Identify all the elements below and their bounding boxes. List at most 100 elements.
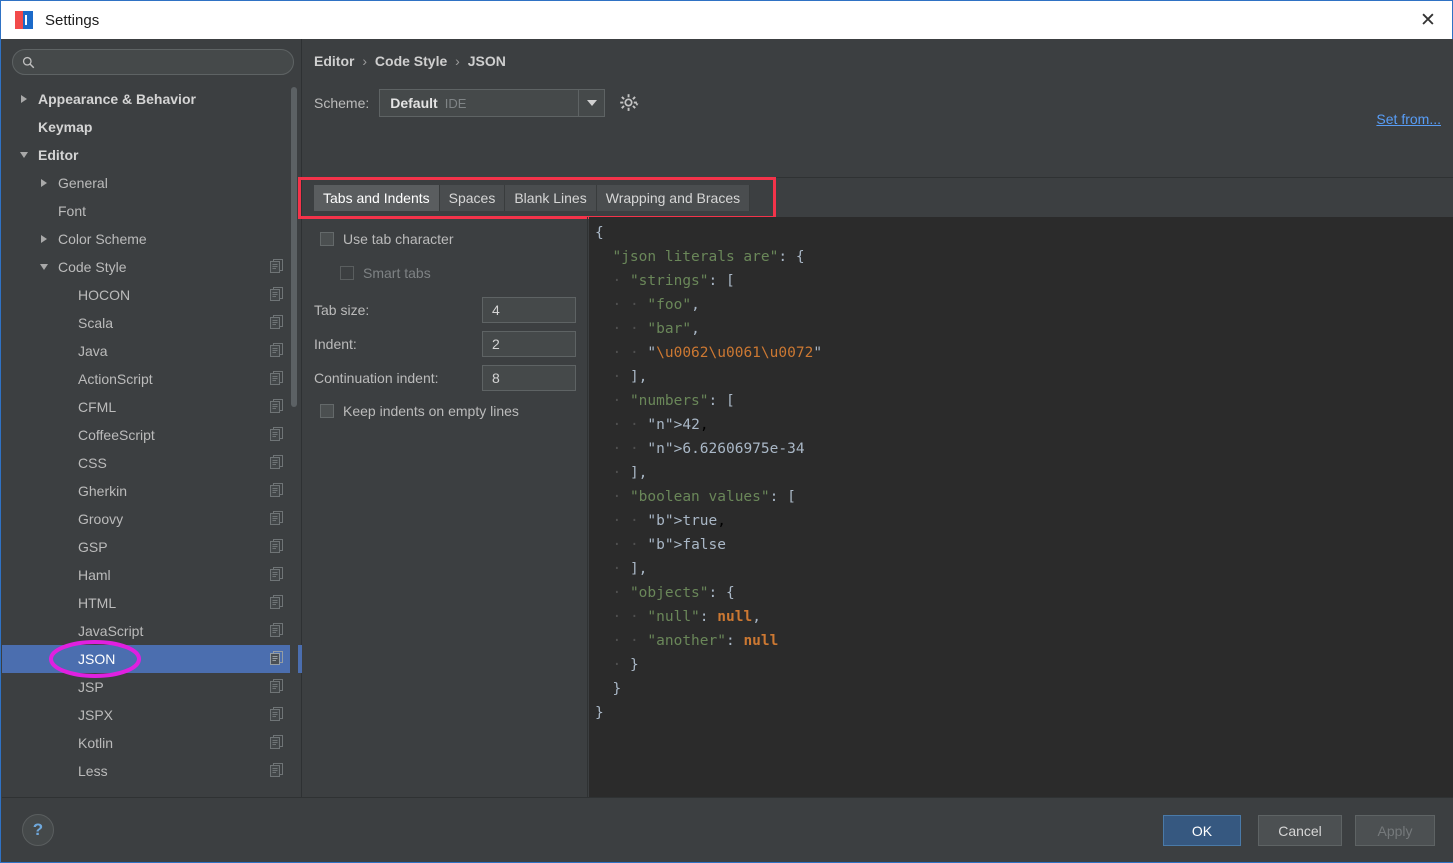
sidebar-item-label: Kotlin — [78, 735, 114, 751]
chevron-right-icon[interactable] — [16, 91, 32, 107]
sidebar-item-json[interactable]: JSON — [2, 645, 302, 673]
sidebar-scrollbar[interactable] — [290, 87, 298, 827]
set-from-link[interactable]: Set from... — [1376, 111, 1441, 127]
copy-scheme-icon[interactable] — [270, 567, 284, 581]
keep-indents-checkbox[interactable]: Keep indents on empty lines — [320, 403, 519, 419]
sidebar-item-label: JSP — [78, 679, 104, 695]
sidebar-item-kotlin[interactable]: Kotlin — [2, 729, 302, 757]
scheme-settings-button[interactable] — [619, 93, 639, 113]
scheme-scope: IDE — [444, 95, 467, 111]
breadcrumb-mid[interactable]: Code Style — [375, 53, 447, 69]
search-box[interactable] — [12, 49, 294, 75]
copy-scheme-icon[interactable] — [270, 511, 284, 525]
copy-scheme-icon[interactable] — [270, 707, 284, 721]
sidebar-item-editor[interactable]: Editor — [2, 141, 302, 169]
sidebar-item-appearance-behavior[interactable]: Appearance & Behavior — [2, 85, 302, 113]
sidebar-item-color-scheme[interactable]: Color Scheme — [2, 225, 302, 253]
sidebar-item-groovy[interactable]: Groovy — [2, 505, 302, 533]
search-input[interactable] — [41, 54, 283, 70]
copy-scheme-icon[interactable] — [270, 483, 284, 497]
breadcrumb-root[interactable]: Editor — [314, 53, 354, 69]
sidebar-item-label: ActionScript — [78, 371, 153, 387]
tab-blank-lines[interactable]: Blank Lines — [505, 185, 597, 211]
continuation-indent-input[interactable]: 8 — [482, 365, 576, 391]
sidebar-item-java[interactable]: Java — [2, 337, 302, 365]
code-line: · · "another": null — [612, 633, 779, 649]
sidebar-item-label: Code Style — [58, 259, 127, 275]
sidebar-item-label: CoffeeScript — [78, 427, 155, 443]
use-tab-character-checkbox[interactable]: Use tab character — [320, 231, 454, 247]
code-line: · · "n">42, — [612, 417, 709, 433]
copy-scheme-icon[interactable] — [270, 455, 284, 469]
chevron-down-icon[interactable] — [16, 147, 32, 163]
help-icon[interactable]: ? — [22, 814, 54, 846]
sidebar-item-general[interactable]: General — [2, 169, 302, 197]
sidebar-item-gsp[interactable]: GSP — [2, 533, 302, 561]
copy-scheme-icon[interactable] — [270, 343, 284, 357]
chevron-down-icon[interactable] — [36, 259, 52, 275]
sidebar-item-actionscript[interactable]: ActionScript — [2, 365, 302, 393]
cancel-button[interactable]: Cancel — [1258, 815, 1342, 846]
copy-scheme-icon[interactable] — [270, 287, 284, 301]
sidebar-item-css[interactable]: CSS — [2, 449, 302, 477]
copy-scheme-icon[interactable] — [270, 371, 284, 385]
tab-label: Tabs and Indents — [323, 190, 430, 206]
code-line: · · "bar", — [612, 321, 700, 337]
code-line: · } — [612, 657, 639, 673]
code-line: · "boolean values": [ — [612, 489, 796, 505]
sidebar-scrollbar-thumb[interactable] — [291, 87, 297, 407]
continuation-indent-row: Continuation indent: 8 — [314, 365, 576, 391]
sidebar-item-code-style[interactable]: Code Style — [2, 253, 302, 281]
sidebar-item-jspx[interactable]: JSPX — [2, 701, 302, 729]
copy-scheme-icon[interactable] — [270, 539, 284, 553]
tab-label: Spaces — [448, 190, 496, 206]
apply-button: Apply — [1355, 815, 1435, 846]
tab-wrapping-and-braces[interactable]: Wrapping and Braces — [596, 185, 751, 211]
tab-spaces[interactable]: Spaces — [439, 185, 506, 211]
sidebar-item-coffeescript[interactable]: CoffeeScript — [2, 421, 302, 449]
sidebar-item-scala[interactable]: Scala — [2, 309, 302, 337]
indent-input[interactable]: 2 — [482, 331, 576, 357]
settings-tree[interactable]: Appearance & Behavior Keymap Editor General… — [2, 85, 302, 797]
copy-scheme-icon[interactable] — [270, 651, 284, 665]
sidebar-item-cfml[interactable]: CFML — [2, 393, 302, 421]
copy-scheme-icon[interactable] — [270, 595, 284, 609]
sidebar-item-html[interactable]: HTML — [2, 589, 302, 617]
sidebar-item-hocon[interactable]: HOCON — [2, 281, 302, 309]
scheme-dropdown[interactable]: Default IDE — [379, 89, 606, 117]
chevron-down-icon[interactable] — [578, 90, 604, 116]
tab-label: Blank Lines — [514, 190, 587, 206]
copy-scheme-icon[interactable] — [270, 735, 284, 749]
sidebar-item-jsp[interactable]: JSP — [2, 673, 302, 701]
code-line: · ], — [612, 465, 648, 481]
sidebar-item-gherkin[interactable]: Gherkin — [2, 477, 302, 505]
tab-tabs-and-indents[interactable]: Tabs and Indents — [314, 185, 440, 211]
checkbox-box — [340, 266, 354, 280]
copy-scheme-icon[interactable] — [270, 763, 284, 777]
copy-scheme-icon[interactable] — [270, 259, 284, 273]
code-preview-panel[interactable]: { "json literals are": { · "strings": [ … — [589, 217, 1453, 797]
copy-scheme-icon[interactable] — [270, 679, 284, 693]
tab-size-input[interactable]: 4 — [482, 297, 576, 323]
sidebar-item-less[interactable]: Less — [2, 757, 302, 785]
code-style-tabs[interactable]: Tabs and Indents Spaces Blank Lines Wrappin… — [314, 185, 751, 211]
sidebar-item-javascript[interactable]: JavaScript — [2, 617, 302, 645]
copy-scheme-icon[interactable] — [270, 399, 284, 413]
sidebar-item-haml[interactable]: Haml — [2, 561, 302, 589]
sidebar-item-font[interactable]: Font — [2, 197, 302, 225]
sidebar-item-keymap[interactable]: Keymap — [2, 113, 302, 141]
copy-scheme-icon[interactable] — [270, 315, 284, 329]
ok-button[interactable]: OK — [1163, 815, 1241, 846]
copy-scheme-icon[interactable] — [270, 427, 284, 441]
chevron-right-icon[interactable] — [36, 231, 52, 247]
chevron-right-icon[interactable] — [36, 175, 52, 191]
copy-scheme-icon[interactable] — [270, 623, 284, 637]
indent-value: 2 — [492, 336, 500, 352]
gear-icon — [620, 94, 639, 111]
close-icon[interactable]: ✕ — [1404, 1, 1452, 39]
